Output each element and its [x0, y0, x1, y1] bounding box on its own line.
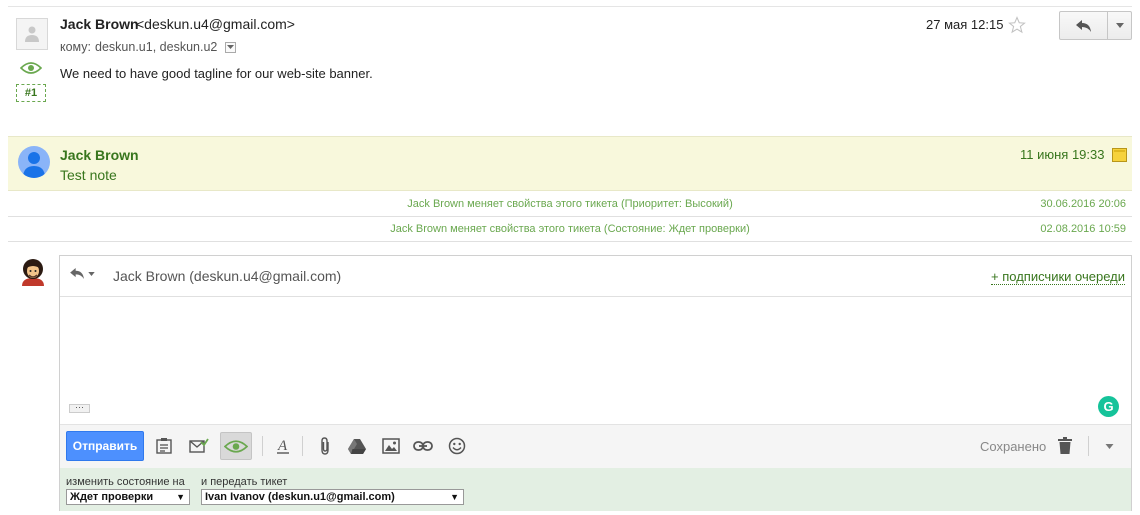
star-icon[interactable] — [1008, 16, 1026, 37]
state-select-value: Ждет проверки — [70, 491, 154, 503]
grammarly-icon[interactable]: G — [1098, 396, 1119, 417]
eye-icon — [224, 439, 248, 453]
assignee-select[interactable]: Ivan Ivanov (deskun.u1@gmail.com) ▼ — [201, 489, 464, 505]
note-date: 11 июня 19:33 — [1020, 147, 1105, 162]
chevron-down-icon: ▼ — [450, 492, 459, 502]
saved-status: Сохранено — [980, 439, 1047, 454]
text-format-icon[interactable]: A — [272, 435, 294, 457]
composer-from: Jack Brown (deskun.u4@gmail.com) — [113, 268, 342, 284]
sender-name: Jack Brown — [60, 16, 139, 32]
history-row: Jack Brown меняет свойства этого тикета … — [8, 192, 1132, 217]
chevron-down-icon — [1115, 23, 1124, 28]
toolbar-divider — [1088, 436, 1089, 456]
send-button[interactable]: Отправить — [66, 431, 144, 461]
person-icon — [25, 26, 39, 42]
attachment-icon[interactable] — [314, 435, 336, 457]
reply-type-selector[interactable] — [70, 268, 95, 279]
message-body: We need to have good tagline for our web… — [60, 66, 373, 81]
toolbar-divider — [262, 436, 263, 456]
chevron-down-icon — [1105, 443, 1113, 449]
history-text: Jack Brown меняет свойства этого тикета … — [390, 223, 750, 235]
more-options-button[interactable] — [1098, 435, 1120, 457]
history-row: Jack Brown меняет свойства этого тикета … — [8, 217, 1132, 242]
visibility-toggle-button[interactable] — [220, 432, 252, 460]
history-text: Jack Brown меняет свойства этого тикета … — [407, 198, 733, 210]
state-select[interactable]: Ждет проверки ▼ — [66, 489, 190, 505]
current-user-avatar — [18, 256, 48, 288]
insert-image-icon[interactable] — [380, 435, 402, 457]
note-author-avatar — [18, 146, 50, 178]
reply-icon — [1075, 19, 1091, 32]
viewed-eye-icon[interactable] — [19, 61, 43, 78]
queue-subscribers-link[interactable]: + подписчики очереди — [991, 269, 1125, 285]
note-text: Test note — [60, 167, 117, 183]
toolbar-divider — [302, 436, 303, 456]
recipients-dropdown[interactable] — [225, 41, 237, 53]
sender-email: <deskun.u4@gmail.com> — [136, 16, 295, 32]
recipients-line: кому: deskun.u1, deskun.u2 — [60, 40, 237, 54]
reply-button-group — [1059, 11, 1132, 40]
chevron-down-icon — [88, 271, 95, 276]
message-date: 27 мая 12:15 — [926, 17, 1004, 32]
to-recipients: deskun.u1, deskun.u2 — [95, 40, 218, 54]
templates-icon[interactable] — [153, 435, 175, 457]
chevron-down-icon: ▼ — [176, 492, 185, 502]
history-date: 30.06.2016 20:06 — [1040, 198, 1126, 210]
ticket-number-badge[interactable]: #1 — [16, 84, 46, 102]
history-date: 02.08.2016 10:59 — [1040, 223, 1126, 235]
trash-icon[interactable] — [1054, 435, 1076, 457]
sender-avatar — [16, 18, 48, 50]
note-block — [8, 136, 1132, 191]
emoji-icon[interactable] — [446, 435, 468, 457]
person-icon — [23, 152, 45, 178]
drive-icon[interactable] — [346, 435, 368, 457]
chevron-down-icon — [227, 44, 235, 49]
sticky-note-icon — [1112, 148, 1127, 165]
show-trimmed-content-button[interactable]: ··· — [69, 403, 90, 413]
composer-body-editor[interactable] — [60, 298, 1131, 424]
mail-check-icon[interactable] — [188, 435, 210, 457]
reply-icon — [70, 268, 84, 279]
change-state-label: изменить состояние на — [66, 476, 185, 488]
reply-button[interactable] — [1060, 12, 1108, 39]
reply-options-button[interactable] — [1108, 12, 1131, 39]
link-icon[interactable] — [412, 435, 434, 457]
assignee-select-value: Ivan Ivanov (deskun.u1@gmail.com) — [205, 491, 395, 503]
assign-ticket-label: и передать тикет — [201, 476, 288, 488]
svg-text:A: A — [277, 438, 288, 454]
note-author: Jack Brown — [60, 147, 139, 163]
to-label: кому: — [60, 40, 92, 54]
top-divider — [8, 6, 1132, 7]
